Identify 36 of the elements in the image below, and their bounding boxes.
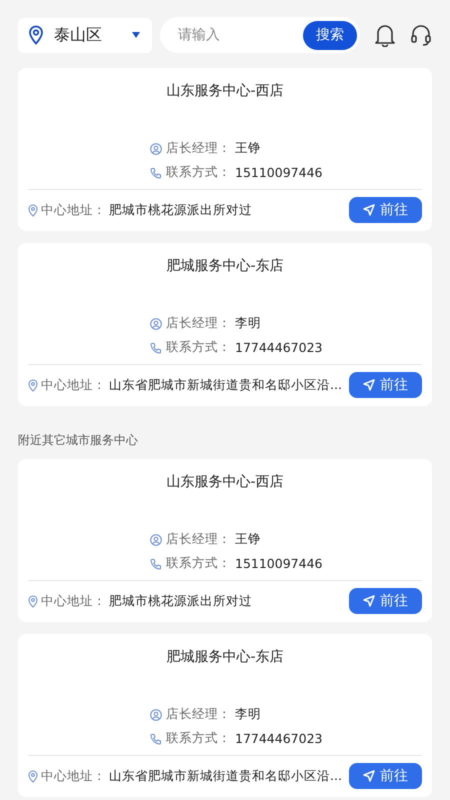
manager-name: 王铮 bbox=[235, 531, 261, 548]
store-name: 肥城服务中心-东店 bbox=[165, 648, 285, 666]
contact-label: 联系方式： bbox=[166, 339, 231, 356]
address-text: 肥城市桃花源派出所对过 bbox=[109, 592, 253, 610]
address-label: 中心地址： bbox=[41, 376, 106, 394]
go-button[interactable]: 前往 bbox=[349, 372, 422, 398]
location-selector[interactable]: 泰山区 bbox=[18, 18, 152, 52]
address-label: 中心地址： bbox=[41, 768, 106, 784]
phone-number: 17744467023 bbox=[235, 340, 322, 355]
manager-label: 店长经理： bbox=[166, 706, 231, 723]
address-text: 山东省肥城市新城街道贵和名邸小区沿... bbox=[109, 768, 343, 784]
address-label: 中心地址： bbox=[41, 202, 106, 218]
manager-label: 店长经理： bbox=[166, 140, 231, 157]
store-name: 肥城服务中心-东店 bbox=[165, 257, 285, 275]
manager-label: 店长经理： bbox=[166, 315, 231, 332]
go-button[interactable]: 前往 bbox=[349, 763, 422, 789]
manager-name: 王铮 bbox=[235, 140, 261, 157]
address-text: 山东省肥城市新城街道贵和名邸小区沿... bbox=[109, 376, 343, 394]
manager-name: 李明 bbox=[235, 706, 261, 723]
section-heading: 附近其它城市服务中心 bbox=[18, 432, 139, 449]
manager-name: 李明 bbox=[235, 315, 261, 332]
contact-label: 联系方式： bbox=[166, 730, 231, 747]
go-button[interactable]: 前往 bbox=[349, 588, 422, 614]
contact-label: 联系方式： bbox=[166, 555, 231, 572]
search-button[interactable]: 搜索 bbox=[303, 20, 357, 50]
phone-number: 15110097446 bbox=[235, 556, 322, 571]
manager-label: 店长经理： bbox=[166, 531, 231, 548]
store-name: 山东服务中心-西店 bbox=[165, 473, 285, 491]
contact-label: 联系方式： bbox=[166, 164, 231, 181]
phone-number: 17744467023 bbox=[235, 731, 322, 746]
search-field[interactable]: 请输入 搜索 bbox=[160, 17, 360, 53]
go-button[interactable]: 前往 bbox=[349, 197, 422, 223]
address-label: 中心地址： bbox=[41, 592, 106, 610]
store-name: 山东服务中心-西店 bbox=[165, 82, 285, 100]
phone-number: 15110097446 bbox=[235, 165, 322, 180]
address-text: 肥城市桃花源派出所对过 bbox=[109, 202, 253, 218]
